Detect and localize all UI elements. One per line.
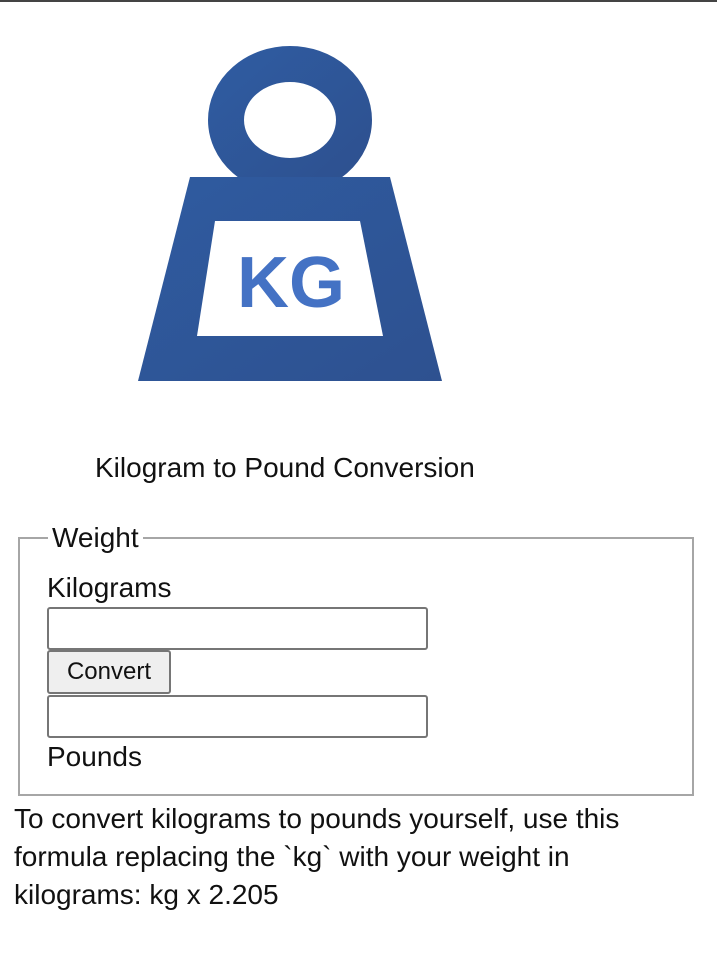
kg-weight-graphic: KG xyxy=(138,46,442,381)
kilograms-input[interactable] xyxy=(47,607,428,650)
top-border xyxy=(0,0,717,2)
pounds-label: Pounds xyxy=(47,741,142,772)
weight-fieldset: Weight Kilograms Convert Pounds xyxy=(18,521,694,796)
formula-instructions: To convert kilograms to pounds yourself,… xyxy=(14,803,620,910)
weight-ring xyxy=(208,46,372,194)
convert-button[interactable]: Convert xyxy=(47,650,171,694)
pounds-output[interactable] xyxy=(47,695,428,738)
page-title: Kilogram to Pound Conversion xyxy=(95,452,475,483)
weight-label-text: KG xyxy=(237,243,345,323)
fieldset-legend: Weight xyxy=(48,521,143,555)
kilogram-weight-icon: KG xyxy=(130,40,450,390)
kilograms-label: Kilograms xyxy=(47,572,172,603)
